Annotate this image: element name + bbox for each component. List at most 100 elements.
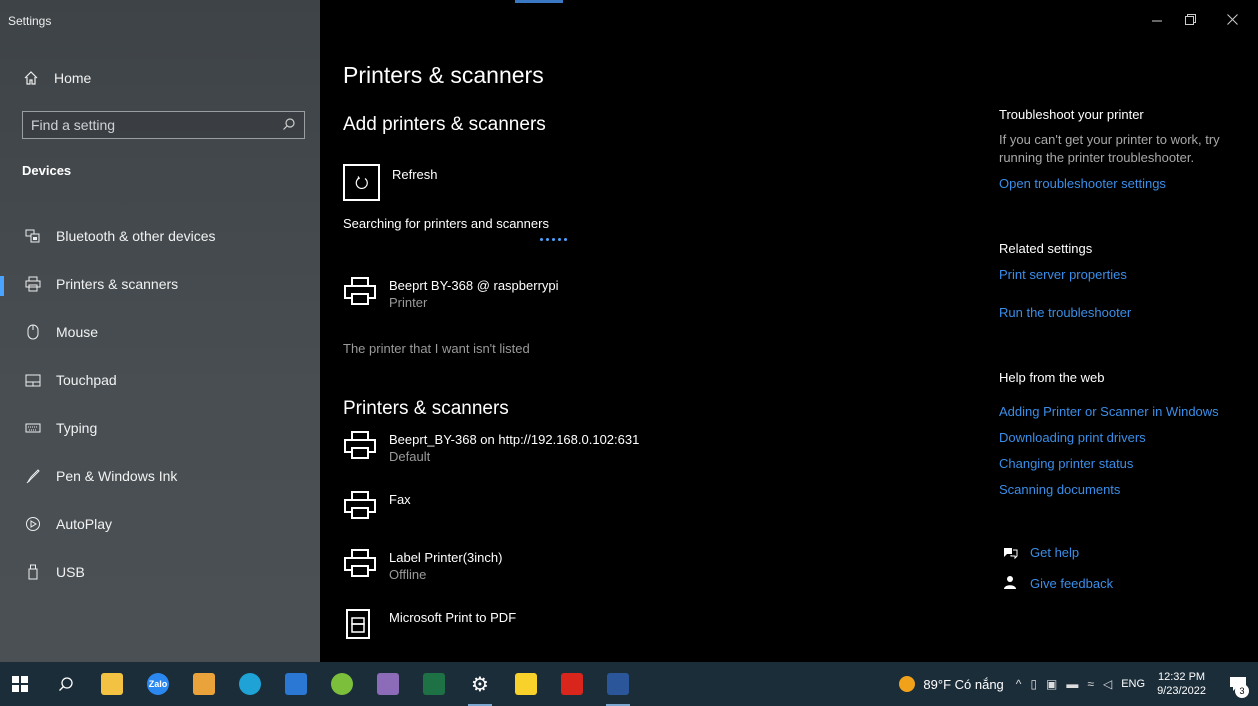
pen-icon: [24, 468, 42, 484]
troubleshoot-text: If you can't get your printer to work, t…: [999, 132, 1220, 165]
autoplay-icon: [24, 516, 42, 532]
taskbar-search-button[interactable]: [48, 662, 84, 706]
sticky-notes-button[interactable]: [508, 662, 544, 706]
web-help-link[interactable]: Downloading print drivers: [999, 430, 1146, 445]
print-server-properties-link[interactable]: Print server properties: [999, 267, 1127, 282]
found-printer-item[interactable]: Beeprt BY-368 @ raspberrypi Printer: [343, 272, 559, 312]
get-help-link[interactable]: Get help: [999, 545, 1079, 560]
touchpad-icon: [24, 374, 42, 387]
weather-text[interactable]: 89°F Có nắng: [923, 677, 1003, 692]
progress-dots: [540, 238, 567, 241]
sidebar-item-label: Mouse: [56, 324, 99, 340]
network-status-icon[interactable]: ▣: [1046, 677, 1057, 691]
edge-icon: [239, 673, 261, 695]
sidebar-item-printers[interactable]: Printers & scanners: [0, 260, 320, 308]
wifi-icon[interactable]: ≈: [1087, 677, 1094, 691]
sticky-notes-icon: [515, 673, 537, 695]
printer-status: Default: [389, 449, 431, 464]
give-feedback-label: Give feedback: [1030, 575, 1114, 591]
web-help-link[interactable]: Changing printer status: [999, 456, 1133, 471]
home-icon: [22, 70, 40, 86]
refresh-button[interactable]: [343, 164, 380, 201]
sidebar-item-label: AutoPlay: [56, 516, 113, 532]
sidebar-item-bluetooth[interactable]: Bluetooth & other devices: [0, 212, 320, 260]
sidebar-item-typing[interactable]: Typing: [0, 404, 320, 452]
paint-button[interactable]: [324, 662, 360, 706]
open-troubleshooter-link[interactable]: Open troubleshooter settings: [999, 176, 1166, 191]
pdf-printer-icon: [346, 609, 370, 639]
page-title: Printers & scanners: [343, 62, 544, 88]
gear-icon: ⚙: [471, 673, 489, 696]
get-help-label: Get help: [1030, 545, 1080, 560]
paint-icon: [331, 673, 353, 695]
excel-icon: [423, 673, 445, 695]
notification-count: 3: [1235, 684, 1249, 698]
printer-list-item[interactable]: Label Printer(3inch) Offline: [343, 544, 502, 584]
snip-icon: [377, 673, 399, 695]
search-icon[interactable]: [282, 117, 296, 134]
clock[interactable]: 12:32 PM 9/23/2022: [1157, 670, 1206, 698]
start-button[interactable]: [2, 662, 38, 706]
notification-center-button[interactable]: 3: [1218, 662, 1258, 706]
sidebar-item-usb[interactable]: USB: [0, 548, 320, 596]
printer-not-listed-link[interactable]: The printer that I want isn't listed: [343, 341, 530, 356]
bluetooth-devices-icon: [24, 229, 42, 243]
keyboard-icon: [24, 423, 42, 433]
system-tray: 89°F Có nắng ^ ▯ ▣ ▬ ≈ ◁ ENG 12:32 PM 9/…: [899, 662, 1258, 706]
add-printers-heading: Add printers & scanners: [343, 114, 546, 135]
edge-button[interactable]: [232, 662, 268, 706]
store-icon: [193, 673, 215, 695]
store-button[interactable]: [186, 662, 222, 706]
search-input[interactable]: [31, 117, 282, 133]
app-title: Settings: [8, 14, 52, 28]
sidebar-item-label: Printers & scanners: [56, 276, 179, 292]
excel-button[interactable]: [416, 662, 452, 706]
word-icon: [607, 673, 629, 695]
refresh-icon: [355, 175, 368, 189]
close-icon: [1226, 14, 1238, 25]
usb-icon: [24, 564, 42, 580]
search-box[interactable]: [22, 111, 305, 139]
phone-icon[interactable]: ▯: [1030, 677, 1037, 691]
printer-list-item[interactable]: Fax: [343, 486, 411, 526]
folder-icon: [101, 673, 123, 695]
sidebar-item-label: Bluetooth & other devices: [56, 228, 216, 244]
printer-list-item[interactable]: Beeprt_BY-368 on http://192.168.0.102:63…: [343, 426, 639, 466]
printer-status: Printer: [389, 295, 428, 310]
word-button[interactable]: [600, 662, 636, 706]
printer-list-item[interactable]: Microsoft Print to PDF: [343, 604, 516, 644]
sidebar-item-autoplay[interactable]: AutoPlay: [0, 500, 320, 548]
minimize-button[interactable]: [1142, 12, 1172, 28]
zalo-button[interactable]: Zalo: [140, 662, 176, 706]
mail-button[interactable]: [278, 662, 314, 706]
taskbar: Zalo ⚙ 89°F Có nắng ^ ▯ ▣ ▬ ≈ ◁ ENG 12:3…: [0, 662, 1258, 706]
printer-status: Offline: [389, 567, 427, 582]
printers-list-heading: Printers & scanners: [343, 398, 509, 419]
web-help-link[interactable]: Adding Printer or Scanner in Windows: [999, 404, 1219, 419]
sidebar-item-touchpad[interactable]: Touchpad: [0, 356, 320, 404]
printer-name: Microsoft Print to PDF: [389, 610, 517, 625]
settings-taskbar-button[interactable]: ⚙: [462, 662, 498, 706]
battery-icon[interactable]: ▬: [1066, 677, 1078, 691]
mouse-icon: [24, 324, 42, 340]
sidebar-item-mouse[interactable]: Mouse: [0, 308, 320, 356]
give-feedback-link[interactable]: Give feedback: [999, 575, 1113, 591]
title-accent: [515, 0, 563, 3]
home-nav[interactable]: Home: [22, 68, 91, 88]
refresh-label[interactable]: Refresh: [392, 167, 438, 182]
file-explorer-button[interactable]: [94, 662, 130, 706]
sidebar-item-label: Typing: [56, 420, 98, 436]
acrobat-button[interactable]: [554, 662, 590, 706]
language-indicator[interactable]: ENG: [1121, 678, 1145, 690]
web-help-link[interactable]: Scanning documents: [999, 482, 1120, 497]
searching-status: Searching for printers and scanners: [343, 216, 549, 231]
snip-button[interactable]: [370, 662, 406, 706]
chevron-up-icon[interactable]: ^: [1016, 677, 1022, 691]
run-troubleshooter-link[interactable]: Run the troubleshooter: [999, 305, 1131, 320]
sidebar-item-pen[interactable]: Pen & Windows Ink: [0, 452, 320, 500]
acrobat-icon: [561, 673, 583, 695]
fax-icon: [344, 491, 376, 519]
volume-icon[interactable]: ◁: [1103, 677, 1112, 691]
close-button[interactable]: [1217, 12, 1247, 28]
restore-button[interactable]: [1175, 12, 1205, 28]
